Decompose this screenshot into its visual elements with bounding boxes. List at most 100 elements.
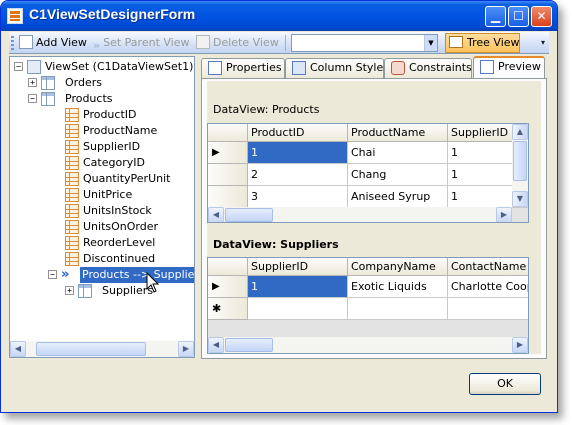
row-header[interactable]	[208, 164, 248, 186]
tree-node-label: UnitsOnOrder	[83, 220, 159, 233]
maximize-button[interactable]: ☐	[508, 6, 529, 27]
close-button[interactable]: ✕	[531, 6, 552, 27]
minimize-button[interactable]: ▁	[485, 6, 506, 27]
row-header-corner	[208, 258, 248, 276]
tree-node-label: ReorderLevel	[83, 236, 156, 249]
grid-cell[interactable]: Exotic Liquids	[348, 276, 448, 298]
add-view-button[interactable]: Add View	[19, 34, 87, 52]
scroll-right-icon[interactable]: ▶	[496, 207, 512, 222]
title-bar[interactable]: C1ViewSetDesignerForm ▁ ☐ ✕	[1, 1, 557, 31]
collapse-icon[interactable]: −	[48, 270, 57, 279]
suppliers-dataview-label: DataView: Suppliers	[213, 238, 339, 251]
chevron-down-icon[interactable]: ▼	[424, 35, 437, 51]
grid-cell[interactable]: Aniseed Syrup	[348, 186, 448, 208]
scroll-left-icon[interactable]: ◀	[208, 337, 224, 353]
grid-cell[interactable]: 1	[248, 276, 348, 298]
products-vertical-scrollbar[interactable]: ▲ ▼	[512, 124, 528, 207]
products-dataview-label: DataView: Products	[213, 103, 320, 116]
column-icon	[65, 236, 79, 250]
products-horizontal-scrollbar[interactable]: ◀ ▶	[208, 207, 512, 222]
tree-node-label: CategoryID	[83, 156, 145, 169]
toolbar: Add View » Set Parent View Delete View ▼ …	[9, 32, 549, 54]
close-icon: ✕	[536, 9, 547, 23]
tab-column-styles[interactable]: Column Styles	[285, 58, 389, 78]
tab-label: Constraints	[409, 61, 472, 74]
tree-view-button[interactable]: Tree View	[445, 33, 520, 53]
column-header[interactable]: ProductName	[348, 124, 448, 142]
scroll-thumb[interactable]	[36, 342, 146, 356]
constraints-icon	[391, 61, 405, 75]
column-icon	[65, 156, 79, 170]
toolbar-grip[interactable]	[11, 36, 14, 50]
scroll-thumb[interactable]	[225, 338, 273, 352]
collapse-icon[interactable]: −	[14, 62, 23, 71]
properties-icon	[208, 61, 222, 75]
scroll-down-icon[interactable]: ▼	[512, 191, 528, 207]
row-header[interactable]	[208, 186, 248, 208]
tree-node-label: ViewSet (C1DataViewSet1)	[45, 60, 194, 73]
collapse-icon[interactable]: −	[28, 94, 37, 103]
column-header[interactable]: ProductID	[248, 124, 348, 142]
column-icon	[65, 252, 79, 266]
grid-cell[interactable]	[448, 298, 528, 320]
current-row-indicator[interactable]: ▶	[208, 142, 248, 164]
tab-constraints[interactable]: Constraints	[384, 58, 472, 78]
maximize-icon: ☐	[513, 9, 524, 23]
new-row-indicator[interactable]: ✱	[208, 298, 248, 320]
column-header[interactable]: CompanyName	[348, 258, 448, 276]
suppliers-grid[interactable]: SupplierID CompanyName ContactName ▶ 1 E…	[207, 257, 529, 354]
tree-node-label: ProductName	[83, 124, 158, 137]
column-header[interactable]: ContactName	[448, 258, 528, 276]
preview-icon	[480, 60, 494, 74]
set-parent-view-button[interactable]: » Set Parent View	[93, 34, 189, 52]
grid-cell[interactable]: Chai	[348, 142, 448, 164]
scroll-thumb[interactable]	[513, 141, 527, 181]
scroll-thumb[interactable]	[225, 208, 273, 222]
tree-node-label: Orders	[65, 76, 102, 89]
mouse-cursor-icon	[146, 272, 160, 293]
toolbar-separator	[285, 35, 286, 51]
scroll-left-icon[interactable]: ◀	[208, 207, 224, 222]
add-view-icon	[19, 35, 33, 49]
scroll-right-icon[interactable]: ▶	[178, 341, 194, 357]
tree-node-label: QuantityPerUnit	[83, 172, 171, 185]
view-combo[interactable]: ▼	[291, 34, 438, 52]
designer-window: C1ViewSetDesignerForm ▁ ☐ ✕ Add View » Se…	[0, 0, 558, 413]
ok-button[interactable]: OK	[469, 373, 541, 395]
tree-horizontal-scrollbar[interactable]: ◀ ▶	[10, 341, 194, 357]
products-grid[interactable]: ProductID ProductName SupplierID ▶ 1 Cha…	[207, 123, 529, 223]
grid-cell[interactable]	[248, 298, 348, 320]
grid-cell[interactable]: Charlotte Cooper	[448, 276, 528, 298]
column-icon	[65, 188, 79, 202]
preview-panel: DataView: Products ProductID ProductName…	[201, 78, 547, 359]
expand-icon[interactable]: +	[28, 78, 37, 87]
tree-node-label: Products	[65, 92, 113, 105]
tree-node-label: ProductID	[83, 108, 137, 121]
table-icon	[78, 284, 92, 298]
tree-node-label: UnitPrice	[83, 188, 133, 201]
tab-preview[interactable]: Preview	[473, 56, 545, 79]
grid-cell[interactable]	[348, 298, 448, 320]
view-tree[interactable]: − ViewSet (C1DataViewSet1) + Orders − Pr…	[9, 56, 195, 358]
grid-cell[interactable]: 2	[248, 164, 348, 186]
add-view-label: Add View	[36, 36, 87, 49]
delete-view-button[interactable]: Delete View	[196, 34, 279, 52]
scroll-up-icon[interactable]: ▲	[512, 124, 528, 140]
tree-node-label: SupplierID	[83, 140, 141, 153]
toolbar-overflow-icon[interactable]: ▾	[541, 34, 549, 52]
grid-cell[interactable]: Chang	[348, 164, 448, 186]
expand-icon[interactable]: +	[65, 286, 74, 295]
scroll-left-icon[interactable]: ◀	[10, 341, 26, 357]
tab-properties[interactable]: Properties	[201, 58, 285, 78]
table-icon	[41, 92, 55, 106]
current-row-indicator[interactable]: ▶	[208, 276, 248, 298]
grid-cell[interactable]: 1	[248, 142, 348, 164]
column-icon	[65, 204, 79, 218]
suppliers-horizontal-scrollbar[interactable]: ◀ ▶	[208, 337, 528, 353]
grid-cell[interactable]: 3	[248, 186, 348, 208]
column-icon	[65, 140, 79, 154]
column-header[interactable]: SupplierID	[248, 258, 348, 276]
tab-label: Properties	[226, 61, 282, 74]
scroll-right-icon[interactable]: ▶	[512, 337, 528, 353]
preview-content: DataView: Products ProductID ProductName…	[207, 81, 541, 354]
